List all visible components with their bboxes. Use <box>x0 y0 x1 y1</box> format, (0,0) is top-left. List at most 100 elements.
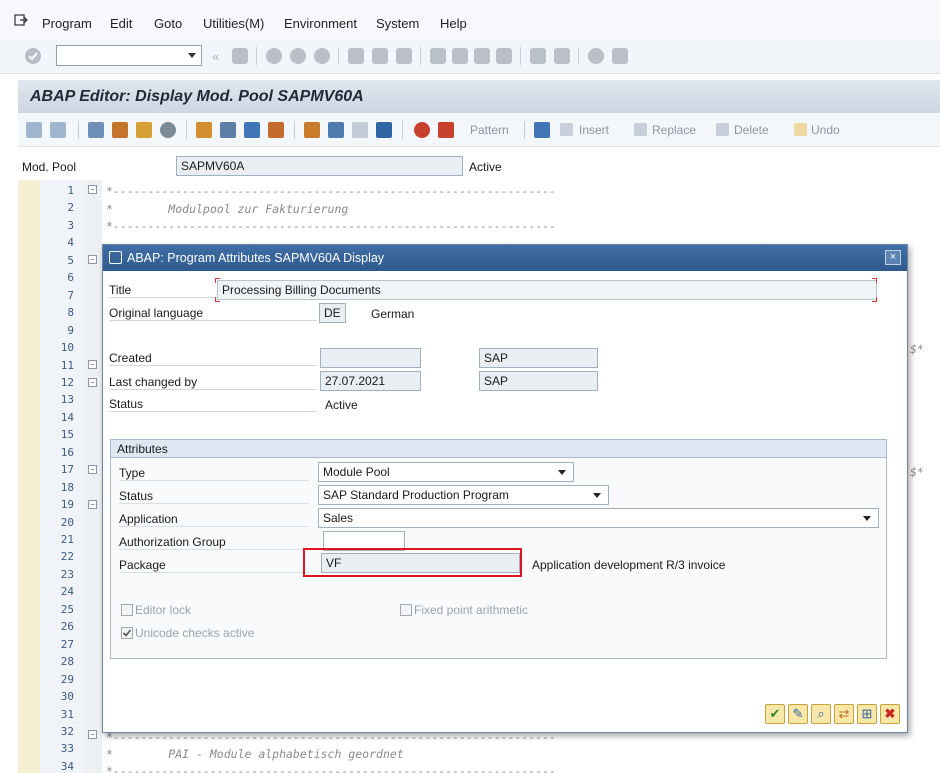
navigate-button[interactable]: ⇄ <box>834 704 854 724</box>
object-list-icon[interactable] <box>304 122 320 138</box>
separator <box>294 121 295 139</box>
undo-button[interactable]: Undo <box>811 123 840 137</box>
fold-toggle-icon[interactable]: − <box>88 255 97 264</box>
save-icon[interactable] <box>232 48 248 64</box>
menu-utilities[interactable]: Utilities(M) <box>203 16 264 31</box>
menu-environment[interactable]: Environment <box>284 16 357 31</box>
navigation-window-icon[interactable] <box>328 122 344 138</box>
dialog-window-icon <box>109 251 122 264</box>
delete-button[interactable]: Delete <box>734 123 769 137</box>
original-language-field[interactable]: DE <box>319 303 346 323</box>
separator <box>578 47 579 65</box>
replace-button[interactable]: Replace <box>652 123 696 137</box>
chevron-down-icon[interactable] <box>863 516 871 521</box>
line-number: 24 <box>60 585 74 599</box>
fixed-point-checkbox[interactable] <box>400 604 412 616</box>
line-number: 13 <box>60 393 74 407</box>
line-number: 27 <box>60 637 74 651</box>
search-button[interactable]: ⌕ <box>811 704 831 724</box>
find-next-icon[interactable] <box>396 48 412 64</box>
menu-program[interactable]: Program <box>42 16 92 31</box>
check-icon[interactable] <box>160 122 176 138</box>
code-line-17-tail: $* <box>910 465 924 479</box>
created-label: Created <box>109 351 317 366</box>
test-icon[interactable] <box>220 122 236 138</box>
replace-icon[interactable] <box>634 123 647 136</box>
fold-toggle-icon[interactable]: − <box>88 378 97 387</box>
fold-toggle-icon[interactable]: − <box>88 185 97 194</box>
created-date-field[interactable] <box>320 348 421 368</box>
find-icon[interactable] <box>372 48 388 64</box>
fullscreen-icon[interactable] <box>352 122 368 138</box>
fixed-point-label: Fixed point arithmetic <box>414 603 529 617</box>
display-change-button[interactable]: ✎ <box>788 704 808 724</box>
code-line-34: *---------------------------------------… <box>106 764 557 773</box>
close-icon[interactable]: × <box>885 250 901 265</box>
exit-menu-icon[interactable] <box>14 13 28 27</box>
application-label: Application <box>119 512 309 527</box>
editor-lock-checkbox[interactable] <box>121 604 133 616</box>
line-number: 8 <box>67 306 74 320</box>
attributes-title: Attributes <box>117 442 168 456</box>
cancel-icon[interactable] <box>314 48 330 64</box>
last-changed-user-field[interactable]: SAP <box>479 371 598 391</box>
undo-icon[interactable] <box>794 123 807 136</box>
menu-edit[interactable]: Edit <box>110 16 132 31</box>
shortcut-icon[interactable] <box>554 48 570 64</box>
standard-toolbar: « <box>0 40 940 74</box>
menu-goto[interactable]: Goto <box>154 16 182 31</box>
type-value: Module Pool <box>323 465 390 479</box>
chevron-down-icon[interactable] <box>593 493 601 498</box>
fold-toggle-icon[interactable]: − <box>88 465 97 474</box>
session-breakpoint-icon[interactable] <box>438 122 454 138</box>
attributes-header: Attributes <box>111 440 886 458</box>
program-row: Mod. Pool SAPMV60A Active <box>0 152 940 178</box>
back-icon[interactable] <box>266 48 282 64</box>
pretty-printer-icon[interactable] <box>534 122 550 138</box>
new-session-icon[interactable] <box>530 48 546 64</box>
last-changed-date-field[interactable]: 27.07.2021 <box>320 371 421 391</box>
menu-system[interactable]: System <box>376 16 419 31</box>
application-dropdown[interactable]: Sales <box>318 508 879 528</box>
fold-toggle-icon[interactable]: − <box>88 360 97 369</box>
status-dropdown[interactable]: SAP Standard Production Program <box>318 485 609 505</box>
info-icon[interactable] <box>376 122 392 138</box>
fold-toggle-icon[interactable]: − <box>88 500 97 509</box>
exit-icon[interactable] <box>290 48 306 64</box>
double-chevron-icon[interactable]: « <box>212 49 219 64</box>
previous-page-icon[interactable] <box>452 48 468 64</box>
layout-menu-icon[interactable] <box>612 48 628 64</box>
insert-button[interactable]: Insert <box>579 123 609 137</box>
hierarchy-button[interactable]: ⊞ <box>857 704 877 724</box>
unicode-checkbox[interactable] <box>121 627 133 639</box>
next-page-icon[interactable] <box>474 48 490 64</box>
menu-help[interactable]: Help <box>440 16 467 31</box>
display-change-icon[interactable] <box>88 122 104 138</box>
command-field[interactable] <box>56 45 202 66</box>
where-used-icon[interactable] <box>244 122 260 138</box>
created-user-field[interactable]: SAP <box>479 348 598 368</box>
back-arrow-icon[interactable] <box>26 122 42 138</box>
title-field[interactable]: Processing Billing Documents <box>217 280 877 300</box>
fold-toggle-icon[interactable]: − <box>88 730 97 739</box>
chevron-down-icon[interactable] <box>188 53 196 58</box>
pattern-button[interactable]: Pattern <box>470 123 509 137</box>
print-icon[interactable] <box>348 48 364 64</box>
chevron-down-icon[interactable] <box>558 470 566 475</box>
breakpoint-icon[interactable] <box>414 122 430 138</box>
enter-icon[interactable] <box>24 47 42 65</box>
first-page-icon[interactable] <box>430 48 446 64</box>
forward-arrow-icon[interactable] <box>50 122 66 138</box>
active-inactive-icon[interactable] <box>112 122 128 138</box>
navigate-icon[interactable] <box>268 122 284 138</box>
type-dropdown[interactable]: Module Pool <box>318 462 574 482</box>
last-page-icon[interactable] <box>496 48 512 64</box>
help-icon[interactable] <box>588 48 604 64</box>
other-object-icon[interactable] <box>136 122 152 138</box>
insert-icon[interactable] <box>560 123 573 136</box>
activate-icon[interactable] <box>196 122 212 138</box>
delete-icon[interactable] <box>716 123 729 136</box>
cancel-button[interactable]: ✖ <box>880 704 900 724</box>
program-name-field[interactable]: SAPMV60A <box>176 156 463 176</box>
continue-button[interactable]: ✔ <box>765 704 785 724</box>
